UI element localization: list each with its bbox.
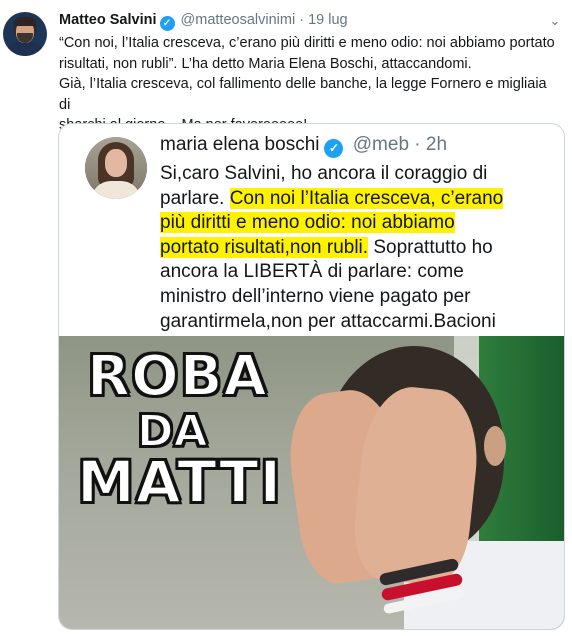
separator-dot: · — [414, 134, 421, 155]
quoted-tweet-time[interactable]: 2h — [426, 134, 447, 155]
quoted-tweet[interactable]: maria elena boschi ✓ @meb · 2h Si,caro Sa… — [58, 123, 565, 630]
quoted-text-line: più diritti e meno odio: noi abbiamo — [160, 211, 560, 236]
quoted-text-line: Si,caro Salvini, ho ancora il coraggio d… — [160, 163, 488, 184]
author-handle[interactable]: @matteosalvinimi — [181, 12, 296, 28]
quoted-text-line: ancora la LIBERTÀ di parlare: come — [160, 261, 464, 283]
tweet-text-line: “Con noi, l’Italia cresceva, c’erano più… — [59, 35, 555, 51]
quoted-text-line: ministro dell’interno viene pagato per — [160, 285, 471, 307]
highlighted-text: più diritti e meno odio: noi abbiamo — [160, 212, 455, 234]
quoted-author-name[interactable]: maria elena boschi — [160, 134, 319, 155]
tweet-text-line: Già, l’Italia cresceva, col fallimento d… — [59, 76, 547, 113]
quoted-tweet-image[interactable]: ROBA DA MATTI — [59, 336, 564, 629]
quoted-text-plain: parlare. — [160, 187, 230, 209]
separator-dot: · — [299, 12, 305, 28]
verified-badge-icon: ✓ — [324, 139, 344, 158]
tweet: Matteo Salvini ✓ @matteosalvinimi · 19 lu… — [0, 0, 572, 636]
author-avatar[interactable] — [3, 12, 47, 56]
image-caption-line: ROBA — [86, 343, 268, 410]
verified-badge-icon: ✓ — [159, 16, 175, 31]
quoted-text-line: garantirmela,non per attaccarmi.Bacioni — [160, 310, 496, 332]
quoted-author-handle[interactable]: @meb — [353, 134, 409, 155]
tweet-text-line: risultati, non rubli”. L’ha detto Maria … — [59, 55, 472, 72]
chevron-down-icon[interactable]: ⌄ — [548, 14, 562, 28]
quoted-text-line: portato risultati,non rubli. Soprattutto… — [160, 236, 560, 261]
avatar-suit — [5, 42, 45, 56]
author-name[interactable]: Matteo Salvini — [59, 12, 157, 28]
quoted-author-avatar[interactable] — [85, 137, 147, 199]
tweet-text: “Con noi, l’Italia cresceva, c’erano più… — [59, 33, 559, 136]
tweet-date[interactable]: 19 lug — [308, 12, 348, 28]
avatar-face — [105, 149, 127, 177]
image-caption-line: MATTI — [76, 447, 283, 517]
quoted-text-line: parlare. Con noi l’Italia cresceva, c’er… — [160, 187, 560, 212]
highlighted-text: Con noi l’Italia cresceva, c’erano — [229, 187, 504, 209]
highlighted-text: portato risultati,non rubli. — [160, 236, 369, 258]
photo-ear — [484, 426, 506, 466]
quoted-tweet-text: Si,caro Salvini, ho ancora il coraggio d… — [160, 162, 560, 334]
quoted-text-plain: Soprattutto ho — [368, 236, 493, 258]
quoted-tweet-header: maria elena boschi ✓ @meb · 2h — [160, 134, 447, 158]
avatar-hair — [14, 17, 36, 26]
tweet-header: Matteo Salvini ✓ @matteosalvinimi · 19 lu… — [59, 12, 348, 31]
